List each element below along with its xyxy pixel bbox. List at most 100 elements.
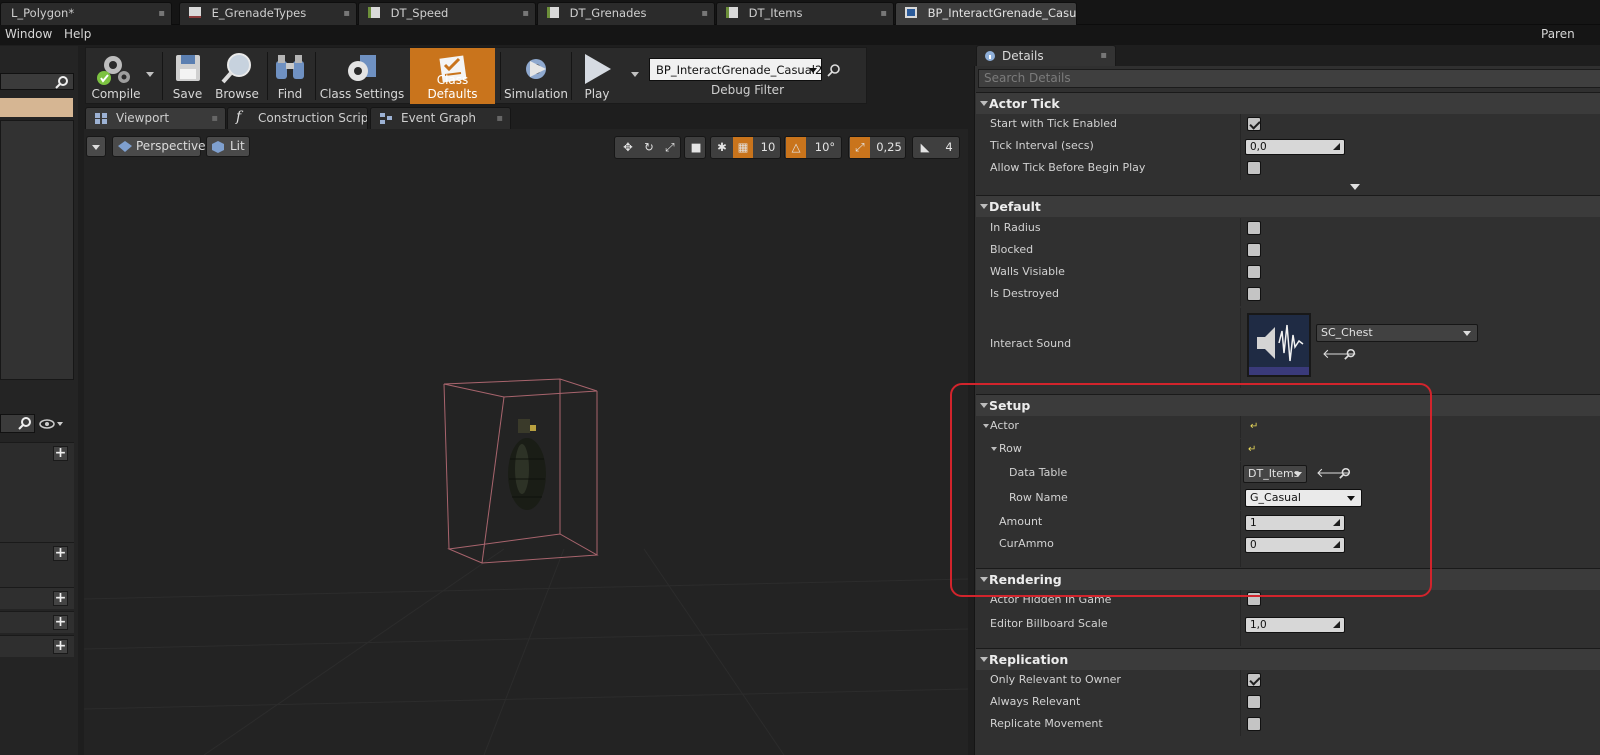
components-search-input[interactable]	[0, 73, 74, 90]
compile-options-chevron-icon[interactable]	[146, 72, 154, 77]
camera-speed-value[interactable]: 4	[939, 137, 959, 158]
play-label: Play	[584, 87, 610, 101]
struct-reset-icon[interactable]: ↵	[1248, 445, 1258, 455]
viewport[interactable]: Perspective Lit ✥ ↻ ⤢ ■ ✱ ▦ 10 △ 10° ⤢ 0…	[84, 129, 968, 755]
category-actor-tick[interactable]: Actor Tick	[976, 92, 1600, 114]
add-event-dispatcher-button[interactable]: +	[53, 639, 68, 654]
add-graph-button[interactable]: +	[53, 446, 68, 461]
menu-window[interactable]: Window	[5, 27, 52, 41]
rotation-snap-icon[interactable]: △	[786, 137, 806, 158]
add-macro-button[interactable]: +	[53, 591, 68, 606]
close-icon[interactable]: ▪	[158, 3, 165, 24]
blocked-checkbox[interactable]	[1247, 243, 1261, 257]
grid-snap-value[interactable]: 10	[756, 137, 780, 158]
in-radius-checkbox[interactable]	[1247, 221, 1261, 235]
prop-amount: Amount 1	[976, 511, 1600, 533]
tab-l-polygon[interactable]: L_Polygon* ▪	[0, 2, 172, 25]
struct-reset-icon[interactable]: ↵	[1250, 422, 1260, 432]
data-table-select[interactable]: DT_Items	[1243, 465, 1307, 483]
tab-event-graph[interactable]: Event Graph ▪	[370, 107, 511, 129]
my-blueprint-search-input[interactable]	[0, 414, 35, 433]
play-button[interactable]: Play	[573, 48, 621, 104]
browse-asset-search-icon[interactable]	[1339, 467, 1351, 479]
category-default[interactable]: Default	[976, 195, 1600, 217]
tab-dt-grenades[interactable]: DT_Grenades ▪	[537, 2, 715, 25]
amount-field[interactable]: 1	[1245, 515, 1345, 531]
details-search-input[interactable]: Search Details	[978, 69, 1600, 88]
close-icon[interactable]: ▪	[343, 3, 350, 24]
prop-label: Only Relevant to Owner	[990, 673, 1121, 686]
search-icon[interactable]	[827, 63, 841, 77]
scale-snap-icon[interactable]: ⤢	[850, 137, 870, 158]
lit-view-mode-button[interactable]: Lit	[206, 136, 250, 157]
category-replication[interactable]: Replication	[976, 648, 1600, 670]
add-variable-button[interactable]: +	[53, 615, 68, 630]
only-relevant-checkbox[interactable]	[1247, 673, 1261, 687]
tab-e-grenadetypes[interactable]: E_GrenadeTypes ▪	[179, 2, 357, 25]
class-settings-button[interactable]: Class Settings	[318, 48, 406, 104]
compile-button[interactable]: Compile	[86, 48, 146, 104]
replicate-movement-checkbox[interactable]	[1247, 717, 1261, 731]
interact-sound-select[interactable]: SC_Chest	[1316, 324, 1478, 342]
viewport-options-button[interactable]	[86, 136, 106, 157]
close-icon[interactable]: ▪	[496, 108, 503, 129]
world-local-toggle[interactable]: ■	[684, 136, 706, 159]
camera-speed-icon[interactable]: ◣	[914, 137, 936, 158]
prop-is-destroyed: Is Destroyed	[976, 284, 1600, 306]
debug-object-value: BP_InteractGrenade_Casual2	[656, 63, 822, 77]
rotation-snap-value[interactable]: 10°	[809, 137, 841, 158]
scale-mode-icon[interactable]: ⤢	[660, 137, 680, 158]
start-with-tick-checkbox[interactable]	[1247, 117, 1261, 131]
details-tab[interactable]: Details ▪	[976, 45, 1116, 66]
tab-dt-speed[interactable]: DT_Speed ▪	[358, 2, 536, 25]
debug-object-select[interactable]: BP_InteractGrenade_Casual2	[649, 58, 822, 81]
walls-visiable-checkbox[interactable]	[1247, 265, 1261, 279]
selected-component-row[interactable]	[0, 98, 73, 117]
sound-cue-thumbnail[interactable]	[1247, 313, 1311, 377]
play-options-chevron-icon[interactable]	[631, 72, 639, 77]
tab-dt-items[interactable]: DT_Items ▪	[716, 2, 894, 25]
save-button[interactable]: Save	[166, 48, 209, 104]
close-icon[interactable]: ▪	[1100, 46, 1107, 66]
browse-asset-search-icon[interactable]	[1344, 348, 1356, 360]
category-rendering[interactable]: Rendering	[976, 568, 1600, 590]
advanced-expand-chevron-icon[interactable]	[1350, 184, 1360, 190]
grid-snap-icon[interactable]: ▦	[733, 137, 753, 158]
browse-button[interactable]: Browse	[211, 48, 263, 104]
tick-interval-field[interactable]: 0,0	[1245, 139, 1345, 155]
scale-snap-value[interactable]: 0,25	[872, 137, 906, 158]
simulation-button[interactable]: Simulation	[503, 48, 569, 104]
prop-label: Always Relevant	[990, 695, 1081, 708]
tab-construction-script[interactable]: f Construction Scrip	[227, 107, 368, 129]
category-setup[interactable]: Setup	[976, 394, 1600, 416]
allow-tick-before-checkbox[interactable]	[1247, 161, 1261, 175]
add-function-button[interactable]: +	[53, 546, 68, 561]
menu-help[interactable]: Help	[64, 27, 91, 41]
is-destroyed-checkbox[interactable]	[1247, 287, 1261, 301]
close-icon[interactable]: ▪	[211, 108, 218, 129]
grenade-mesh	[508, 419, 546, 510]
close-icon[interactable]: ▪	[701, 3, 708, 24]
perspective-button[interactable]: Perspective	[112, 136, 206, 157]
find-button[interactable]: Find	[269, 48, 311, 104]
tab-bp-interactgrenade[interactable]: BP_InteractGrenade_Casu	[895, 2, 1077, 25]
binoculars-icon	[276, 55, 304, 79]
class-defaults-button[interactable]: Class Defaults	[410, 48, 495, 104]
actor-hidden-checkbox[interactable]	[1247, 592, 1261, 606]
rotate-mode-icon[interactable]: ↻	[639, 137, 659, 158]
row-name-select[interactable]: G_Casual	[1245, 489, 1362, 507]
expand-chevron-icon[interactable]	[991, 447, 997, 451]
expand-chevron-icon[interactable]	[983, 424, 989, 428]
billboard-scale-field[interactable]: 1,0	[1245, 617, 1345, 633]
always-relevant-checkbox[interactable]	[1247, 695, 1261, 709]
surface-snap-icon[interactable]: ✱	[712, 137, 732, 158]
cur-ammo-field[interactable]: 0	[1245, 537, 1345, 553]
close-icon[interactable]: ▪	[522, 3, 529, 24]
editor-mode-tabs: Viewport ▪ f Construction Scrip Event Gr…	[85, 107, 965, 129]
tab-viewport[interactable]: Viewport ▪	[85, 107, 226, 129]
menu-bar: Window Help Paren	[0, 25, 1600, 45]
translate-mode-icon[interactable]: ✥	[618, 137, 638, 158]
close-icon[interactable]: ▪	[880, 3, 887, 24]
prop-label: Row	[999, 442, 1022, 455]
eye-icon[interactable]	[39, 418, 65, 430]
